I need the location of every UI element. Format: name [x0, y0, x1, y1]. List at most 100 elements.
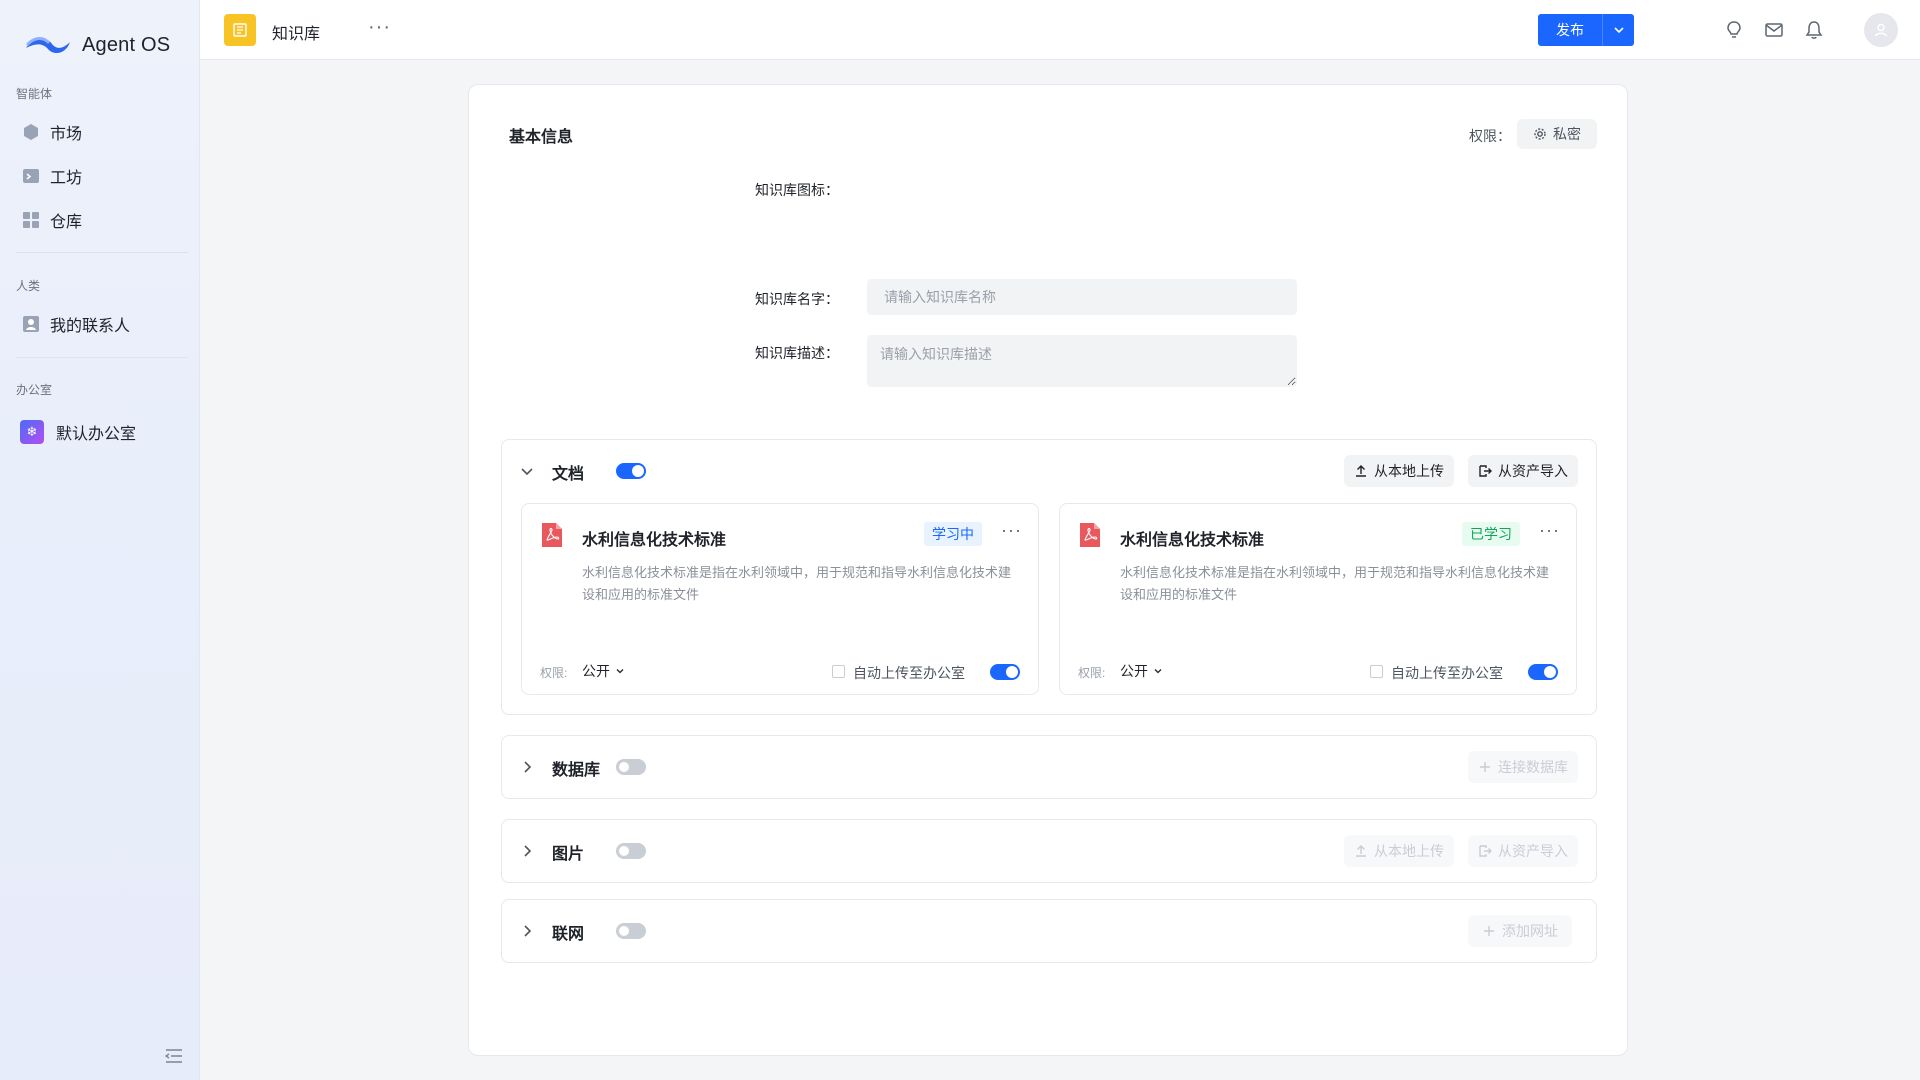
chevron-right-icon[interactable] [518, 758, 536, 776]
permission-select[interactable]: 私密 [1517, 119, 1597, 149]
add-url-label: 添加网址 [1502, 923, 1558, 939]
auto-upload-label: 自动上传至办公室 [1391, 665, 1503, 681]
permission-value: 私密 [1553, 126, 1581, 142]
images-import-assets-button[interactable]: 从资产导入 [1468, 835, 1578, 867]
images-upload-local-label: 从本地上传 [1374, 843, 1444, 859]
top-bar: 知识库 ··· 发布 [200, 0, 1920, 60]
icon-label: 知识库图标： [755, 182, 839, 198]
images-import-assets-label: 从资产导入 [1498, 843, 1568, 859]
section-title-basic-info: 基本信息 [509, 129, 574, 146]
more-options-icon[interactable]: ··· [1001, 520, 1022, 541]
more-options-icon[interactable]: ··· [1539, 520, 1560, 541]
pdf-file-icon [542, 523, 562, 547]
documents-section: 文档 从本地上传 从资产导入 水利信息化技术标准 学习中 ··· 水利信息化技术… [501, 439, 1597, 715]
import-assets-button[interactable]: 从资产导入 [1468, 455, 1578, 487]
images-section-header: 图片 从本地上传 从资产导入 [502, 820, 1596, 882]
chevron-down-icon[interactable] [518, 462, 536, 480]
agent-os-logo-icon [26, 37, 70, 54]
document-permission-label: 权限: [540, 666, 568, 680]
logo[interactable]: Agent OS [24, 30, 170, 60]
office-icon: ❄ [20, 420, 44, 444]
document-title: 水利信息化技术标准 [582, 532, 727, 549]
avatar[interactable] [1864, 13, 1898, 47]
sidebar-item-label: 工坊 [50, 170, 83, 187]
document-card[interactable]: 水利信息化技术标准 已学习 ··· 水利信息化技术标准是指在水利领域中，用于规范… [1059, 503, 1577, 695]
collapse-sidebar-icon[interactable] [165, 1048, 183, 1064]
web-section-header: 联网 添加网址 [502, 900, 1596, 962]
bell-icon[interactable] [1804, 20, 1824, 40]
images-toggle[interactable] [616, 843, 646, 859]
web-section: 联网 添加网址 [501, 899, 1597, 963]
more-options-icon[interactable]: ··· [368, 16, 391, 39]
sidebar-item-market[interactable]: 市场 [22, 118, 82, 146]
description-input[interactable] [867, 335, 1297, 387]
document-permission-label: 权限: [1078, 666, 1106, 680]
auto-upload-checkbox[interactable] [832, 665, 845, 678]
documents-section-header: 文档 从本地上传 从资产导入 [502, 440, 1596, 502]
user-icon [1874, 23, 1888, 37]
upload-icon [1354, 464, 1368, 478]
lightbulb-icon[interactable] [1724, 20, 1744, 40]
add-url-button[interactable]: 添加网址 [1468, 915, 1572, 947]
description-label: 知识库描述： [755, 345, 839, 361]
database-title: 数据库 [552, 762, 601, 779]
chevron-down-icon [1613, 27, 1624, 34]
web-toggle[interactable] [616, 923, 646, 939]
publish-button[interactable]: 发布 [1538, 14, 1602, 46]
documents-toggle[interactable] [616, 463, 646, 479]
database-section: 数据库 连接数据库 [501, 735, 1597, 799]
publish-dropdown-button[interactable] [1602, 14, 1634, 46]
upload-local-button[interactable]: 从本地上传 [1344, 455, 1454, 487]
document-permission-select[interactable]: 公开 [582, 661, 626, 681]
sidebar-item-workshop[interactable]: 工坊 [22, 162, 82, 190]
documents-title: 文档 [552, 466, 585, 483]
workshop-icon [22, 167, 40, 185]
images-section: 图片 从本地上传 从资产导入 [501, 819, 1597, 883]
mail-icon[interactable] [1764, 20, 1784, 40]
connect-database-button[interactable]: 连接数据库 [1468, 751, 1578, 783]
chevron-down-icon [616, 669, 624, 674]
name-label: 知识库名字： [755, 291, 839, 307]
import-icon [1478, 464, 1492, 478]
sidebar-item-label: 市场 [50, 126, 83, 143]
document-permission-value: 公开 [1120, 663, 1148, 679]
sidebar-item-label: 我的联系人 [50, 318, 131, 335]
chevron-right-icon[interactable] [518, 842, 536, 860]
page-title: 知识库 [272, 26, 321, 43]
upload-local-label: 从本地上传 [1374, 463, 1444, 479]
document-permission-select[interactable]: 公开 [1120, 661, 1164, 681]
auto-upload-toggle[interactable] [1528, 664, 1558, 680]
import-assets-label: 从资产导入 [1498, 463, 1568, 479]
sidebar-item-default-office[interactable]: ❄ 默认办公室 [20, 418, 136, 446]
document-permission-value: 公开 [582, 663, 610, 679]
pdf-file-icon [1080, 523, 1100, 547]
sidebar-divider [16, 252, 188, 253]
sidebar: Agent OS 智能体 市场 工坊 仓库 人类 我的联系人 办公室 ❄ 默认办… [0, 0, 200, 1080]
sidebar-item-label: 默认办公室 [56, 426, 137, 443]
sidebar-item-warehouse[interactable]: 仓库 [22, 206, 82, 234]
images-upload-local-button[interactable]: 从本地上传 [1344, 835, 1454, 867]
chevron-down-icon [1154, 669, 1162, 674]
sidebar-divider [16, 357, 188, 358]
name-input[interactable] [867, 279, 1297, 315]
status-badge: 学习中 [924, 522, 982, 546]
document-card[interactable]: 水利信息化技术标准 学习中 ··· 水利信息化技术标准是指在水利领域中，用于规范… [521, 503, 1039, 695]
plus-icon [1482, 924, 1496, 938]
web-title: 联网 [552, 926, 585, 943]
market-icon [22, 123, 40, 141]
images-title: 图片 [552, 846, 585, 863]
auto-upload-toggle[interactable] [990, 664, 1020, 680]
auto-upload-checkbox[interactable] [1370, 665, 1383, 678]
warehouse-icon [22, 211, 40, 229]
database-toggle[interactable] [616, 759, 646, 775]
connect-database-label: 连接数据库 [1498, 759, 1568, 775]
chevron-right-icon[interactable] [518, 922, 536, 940]
sidebar-item-contacts[interactable]: 我的联系人 [22, 310, 130, 338]
upload-icon [1354, 844, 1368, 858]
document-title: 水利信息化技术标准 [1120, 532, 1265, 549]
section-title-agents: 智能体 [16, 87, 53, 101]
import-icon [1478, 844, 1492, 858]
section-title-humans: 人类 [16, 279, 41, 293]
plus-icon [1478, 760, 1492, 774]
document-description: 水利信息化技术标准是指在水利领域中，用于规范和指导水利信息化技术建设和应用的标准… [1120, 565, 1550, 602]
